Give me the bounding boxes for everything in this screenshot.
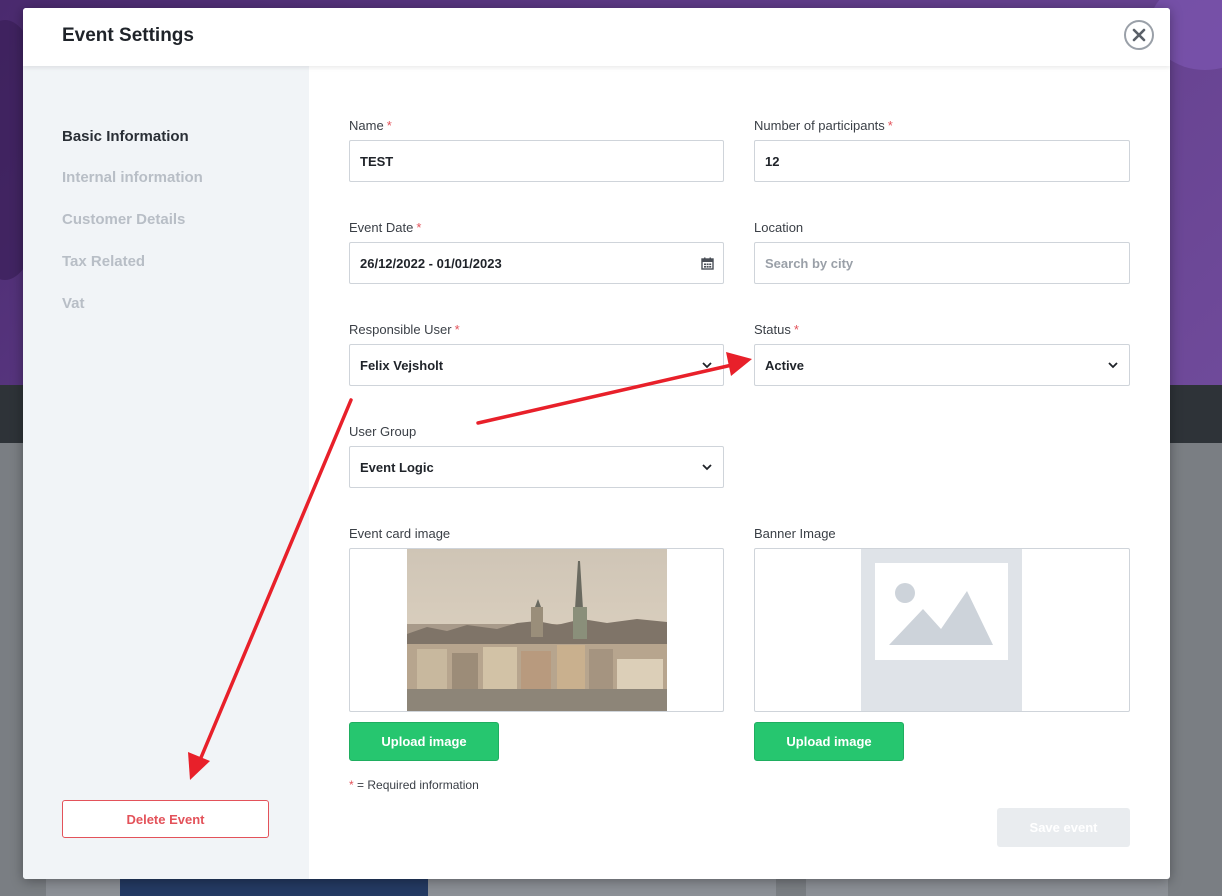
image-placeholder-icon <box>861 549 1022 711</box>
status-select[interactable]: Active <box>754 344 1130 386</box>
chevron-down-icon <box>1105 357 1121 373</box>
location-label: Location <box>754 220 804 235</box>
banner-image-preview[interactable] <box>754 548 1130 712</box>
required-mark: * <box>386 118 392 133</box>
modal-header: Event Settings <box>23 8 1170 66</box>
user-group-value: Event Logic <box>360 459 434 475</box>
city-photo-image <box>407 549 667 711</box>
user-group-label: User Group <box>349 424 417 439</box>
upload-event-card-image-button[interactable]: Upload image <box>349 722 499 761</box>
event-settings-modal: Event Settings Basic Information Interna… <box>23 8 1170 879</box>
participants-input[interactable]: 12 <box>754 140 1130 182</box>
status-label: Status * <box>754 322 799 337</box>
required-information-note: * = Required information <box>349 778 479 792</box>
event-date-input[interactable]: 26/12/2022 - 01/01/2023 <box>349 242 724 284</box>
name-label-text: Name <box>349 118 384 133</box>
close-icon <box>1132 28 1146 42</box>
responsible-user-value: Felix Vejsholt <box>360 357 444 373</box>
required-mark: * <box>793 322 799 337</box>
chevron-down-icon <box>699 357 715 373</box>
sidebar-item-tax-related[interactable]: Tax Related <box>62 253 145 270</box>
save-event-button[interactable]: Save event <box>997 808 1130 847</box>
name-label: Name * <box>349 118 392 133</box>
event-date-label: Event Date * <box>349 220 421 235</box>
participants-label-text: Number of participants <box>754 118 885 133</box>
event-date-label-text: Event Date <box>349 220 414 235</box>
responsible-user-label-text: Responsible User <box>349 322 452 337</box>
event-date-value: 26/12/2022 - 01/01/2023 <box>360 255 502 271</box>
status-label-text: Status <box>754 322 791 337</box>
close-button[interactable] <box>1124 20 1154 50</box>
modal-title: Event Settings <box>62 25 194 46</box>
required-note-text: = Required information <box>353 778 479 792</box>
sidebar-item-vat[interactable]: Vat <box>62 295 85 312</box>
delete-event-button[interactable]: Delete Event <box>62 800 269 838</box>
chevron-down-icon <box>699 459 715 475</box>
user-group-select[interactable]: Event Logic <box>349 446 724 488</box>
sidebar-item-basic-information[interactable]: Basic Information <box>62 128 189 145</box>
settings-sidebar: Basic Information Internal information C… <box>23 66 309 879</box>
required-mark: * <box>454 322 460 337</box>
upload-banner-image-button[interactable]: Upload image <box>754 722 904 761</box>
required-mark: * <box>887 118 893 133</box>
calendar-icon[interactable] <box>699 255 715 271</box>
sidebar-item-customer-details[interactable]: Customer Details <box>62 211 185 228</box>
participants-label: Number of participants * <box>754 118 893 133</box>
required-mark: * <box>416 220 422 235</box>
banner-image-label: Banner Image <box>754 526 836 541</box>
location-input[interactable]: Search by city <box>754 242 1130 284</box>
event-card-image-preview[interactable] <box>349 548 724 712</box>
status-value: Active <box>765 357 805 373</box>
event-card-image-label: Event card image <box>349 526 451 541</box>
form-content: Name * TEST Number of participants * 12 Ev… <box>309 66 1170 879</box>
name-input[interactable]: TEST <box>349 140 724 182</box>
responsible-user-label: Responsible User * <box>349 322 460 337</box>
sidebar-item-internal-information[interactable]: Internal information <box>62 169 203 186</box>
responsible-user-select[interactable]: Felix Vejsholt <box>349 344 724 386</box>
